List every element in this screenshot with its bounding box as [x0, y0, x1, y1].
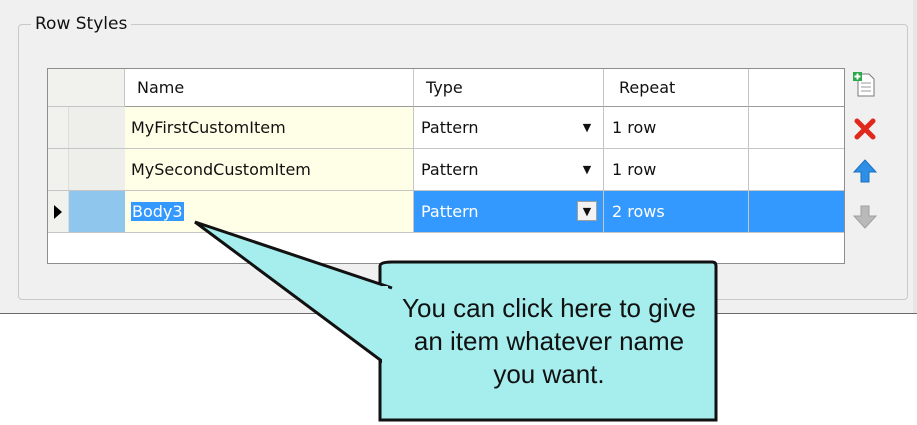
callout: You can click here to give an item whate… [0, 0, 917, 425]
callout-text: You can click here to give an item whate… [402, 292, 696, 389]
